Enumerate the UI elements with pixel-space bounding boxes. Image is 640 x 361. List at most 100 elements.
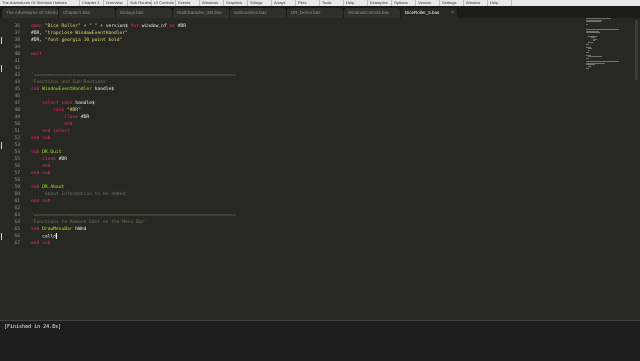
code-text: 'Functions to Remove Edit on the Menu Ba… bbox=[31, 220, 148, 225]
code-line[interactable]: 46 bbox=[0, 93, 580, 100]
code-line[interactable]: 43 '=====================================… bbox=[0, 72, 580, 79]
code-line[interactable]: 49 close #DR bbox=[0, 114, 580, 121]
code-line[interactable]: 36 open "Dice Roller" + " " + version$ fo… bbox=[0, 23, 580, 30]
tab-7[interactable]: WindowControls.bas bbox=[344, 8, 400, 18]
code-editor[interactable]: 36 open "Dice Roller" + " " + version$ fo… bbox=[0, 18, 640, 320]
code-text: '=======================================… bbox=[31, 213, 236, 218]
minimap-line bbox=[586, 43, 590, 45]
code-line[interactable]: 62 bbox=[0, 205, 580, 212]
code-line[interactable]: 59 sub DR.About bbox=[0, 184, 580, 191]
code-line[interactable]: 38 #DR, "font georgia 10 point bold" bbox=[0, 37, 580, 44]
code-text: end sub bbox=[31, 199, 51, 204]
code-line[interactable]: 57 end sub bbox=[0, 170, 580, 177]
line-number: 57 bbox=[14, 171, 20, 176]
code-line[interactable]: 65 sub DrawMenuBar hWnd bbox=[0, 226, 580, 233]
tab-bar: The Adventures Of Sherlock Holmes Chapter… bbox=[0, 6, 640, 18]
modified-line-marker bbox=[1, 65, 2, 72]
tab-label: RollCharacter_SR.bas bbox=[177, 10, 222, 15]
text-cursor bbox=[55, 233, 57, 239]
code-line[interactable]: 51 end select bbox=[0, 128, 580, 135]
tab-2[interactable]: Chapter1.bas bbox=[59, 8, 115, 18]
line-number: 46 bbox=[14, 94, 20, 99]
line-number: 51 bbox=[14, 129, 20, 134]
tab-8[interactable]: DiceRoller_5.bas × bbox=[401, 8, 457, 18]
code-text: end bbox=[64, 122, 73, 127]
code-line[interactable]: 67 end sub bbox=[0, 240, 580, 247]
line-number: 49 bbox=[14, 115, 20, 120]
line-number: 45 bbox=[14, 87, 20, 92]
code-line[interactable]: 39 bbox=[0, 44, 580, 51]
line-number: 55 bbox=[14, 157, 20, 162]
code-text: end sub bbox=[31, 136, 51, 141]
build-result-text: [Finished in 24.8s] bbox=[4, 324, 62, 330]
code-line[interactable]: 54 sub DR.Quit bbox=[0, 149, 580, 156]
code-line[interactable]: 47 select case handle$ bbox=[0, 100, 580, 107]
line-number: 48 bbox=[14, 108, 20, 113]
tab-label: Chapter1.bas bbox=[63, 10, 91, 15]
build-output-panel: [Finished in 24.8s] bbox=[0, 320, 640, 361]
code-line[interactable]: 60 'About Information to be added' bbox=[0, 191, 580, 198]
code-line[interactable]: 64 'Functions to Remove Edit on the Menu … bbox=[0, 219, 580, 226]
line-number: 47 bbox=[14, 101, 20, 106]
line-number: 53 bbox=[14, 143, 20, 148]
line-number: 52 bbox=[14, 136, 20, 141]
line-number: 60 bbox=[14, 192, 20, 197]
code-line[interactable]: 41 bbox=[0, 58, 580, 65]
tab-3[interactable]: Dialogs.bas bbox=[116, 8, 172, 18]
modified-line-marker bbox=[1, 142, 2, 149]
line-number: 61 bbox=[14, 199, 20, 204]
tab-1[interactable]: The Adventures Of Sherlock Holmes bbox=[2, 8, 58, 18]
code-text: open "Dice Roller" + " " + version$ for … bbox=[31, 24, 187, 29]
vertical-scrollbar[interactable] bbox=[635, 20, 638, 80]
minimap-line bbox=[593, 40, 595, 42]
line-number: 43 bbox=[14, 73, 20, 78]
code-line[interactable]: 58 bbox=[0, 177, 580, 184]
code-text: end sub bbox=[31, 241, 51, 246]
code-text: sub WindowEventHandler handle$ bbox=[31, 87, 115, 92]
minimap[interactable] bbox=[586, 18, 626, 78]
code-text: '=======================================… bbox=[31, 73, 236, 78]
code-text: end bbox=[42, 164, 51, 169]
code-text: #DR, "trapclose WindowEventHandler" bbox=[31, 31, 128, 36]
tab-6[interactable]: DR_Demo.bas bbox=[287, 8, 343, 18]
minimap-line bbox=[586, 67, 590, 69]
code-line[interactable]: 37 #DR, "trapclose WindowEventHandler" bbox=[0, 30, 580, 37]
line-number: 56 bbox=[14, 164, 20, 169]
code-line[interactable]: 45 sub WindowEventHandler handle$ bbox=[0, 86, 580, 93]
code-line[interactable]: 44 'Functions and Sub Routines' bbox=[0, 79, 580, 86]
line-number: 65 bbox=[14, 227, 20, 232]
tab-label: Subroutines.bas bbox=[234, 10, 267, 15]
line-number: 54 bbox=[14, 150, 20, 155]
line-number: 40 bbox=[14, 52, 20, 57]
modified-line-marker bbox=[1, 233, 2, 240]
code-line[interactable]: 42 bbox=[0, 65, 580, 72]
code-line[interactable]: 50 end bbox=[0, 121, 580, 128]
code-line[interactable]: 53 bbox=[0, 142, 580, 149]
code-line[interactable]: 63 '=====================================… bbox=[0, 212, 580, 219]
code-line[interactable]: 66 calld bbox=[0, 233, 580, 240]
close-icon[interactable]: × bbox=[451, 8, 454, 18]
tab-label: DR_Demo.bas bbox=[291, 10, 321, 15]
line-number: 64 bbox=[14, 220, 20, 225]
tab-label: WindowControls.bas bbox=[348, 10, 390, 15]
line-number: 36 bbox=[14, 24, 20, 29]
line-number: 59 bbox=[14, 185, 20, 190]
code-line[interactable]: 52 end sub bbox=[0, 135, 580, 142]
minimap-line bbox=[586, 24, 588, 26]
code-line[interactable]: 56 end bbox=[0, 163, 580, 170]
code-text: close #DR bbox=[64, 115, 90, 120]
minimap-line bbox=[586, 58, 590, 59]
code-line[interactable]: 55 close #DR bbox=[0, 156, 580, 163]
line-number: 44 bbox=[14, 80, 20, 85]
line-number: 66 bbox=[14, 234, 20, 239]
code-line[interactable]: 48 case "#DR" bbox=[0, 107, 580, 114]
code-text: end sub bbox=[31, 171, 51, 176]
tab-label: The Adventures Of Sherlock Holmes bbox=[6, 10, 58, 15]
code-line[interactable]: 40 wait bbox=[0, 51, 580, 58]
line-number: 58 bbox=[14, 178, 20, 183]
line-number: 38 bbox=[14, 38, 20, 43]
code-text: close #DR bbox=[42, 157, 67, 162]
tab-4[interactable]: RollCharacter_SR.bas bbox=[173, 8, 229, 18]
code-line[interactable]: 61 end sub bbox=[0, 198, 580, 205]
tab-5[interactable]: Subroutines.bas bbox=[230, 8, 286, 18]
